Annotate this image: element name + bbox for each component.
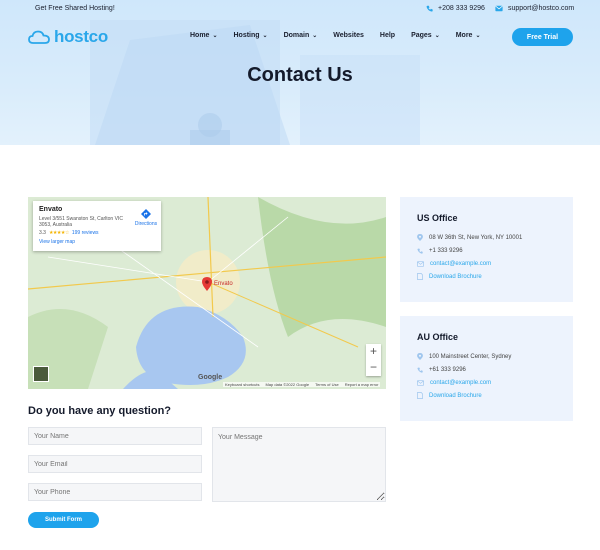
document-icon [417,392,423,399]
zoom-out-button[interactable]: − [366,360,381,376]
phone-input[interactable] [28,483,202,501]
main-nav: Home ⌄ Hosting ⌄ Domain ⌄ Websites Help Pag… [190,32,496,39]
place-address: Level 3/551 Swanston St, Carlton VIC 305… [39,216,123,228]
form-title: Do you have any question? [28,405,172,417]
nav-item-pages[interactable]: Pages ⌄ [411,32,440,39]
location-pin-icon [417,353,423,360]
site-logo[interactable]: hostco [28,27,108,47]
map-embed[interactable]: Envato Envato Level 3/551 Swanston St, C… [28,197,386,389]
office-address-text: 08 W 36th St, New York, NY 10001 [429,234,523,241]
map-marker-icon [202,277,212,291]
cloud-logo-icon [28,30,50,44]
zoom-control: + − [366,344,381,376]
office-phone-text: +61 333 9296 [429,366,466,373]
name-input[interactable] [28,427,202,445]
directions-button[interactable]: Directions [133,209,159,227]
directions-label: Directions [134,221,158,227]
chevron-down-icon: ⌄ [434,33,440,39]
place-rating: 3.3 ★★★★☆ 199 reviews [39,230,155,236]
document-icon [417,273,423,280]
rating-value: 3.3 [39,230,46,236]
nav-item-label: Home [190,32,210,39]
office-card-au: AU Office 100 Mainstreet Center, Sydney … [400,316,573,421]
office-address-text: 100 Mainstreet Center, Sydney [429,353,512,360]
terms-link[interactable]: Terms of Use [315,382,339,387]
nav-item-websites[interactable]: Websites [333,32,364,39]
nav-item-label: Websites [333,32,364,39]
topbar-phone[interactable]: +208 333 9296 [426,5,485,12]
office-brochure[interactable]: Download Brochure [417,270,556,283]
office-brochure[interactable]: Download Brochure [417,389,556,402]
office-card-us: US Office 08 W 36th St, New York, NY 100… [400,197,573,302]
nav-item-label: Hosting [233,32,260,39]
location-pin-icon [417,234,423,241]
place-info-card: Envato Level 3/551 Swanston St, Carlton … [33,201,161,251]
submit-form-button[interactable]: Submit Form [28,512,99,528]
chevron-down-icon: ⌄ [212,33,218,39]
office-address: 08 W 36th St, New York, NY 10001 [417,231,556,244]
nav-item-label: Domain [283,32,310,39]
chevron-down-icon: ⌄ [312,33,318,39]
nav-item-more[interactable]: More ⌄ [456,32,481,39]
phone-icon [426,5,433,12]
chevron-down-icon: ⌄ [262,33,268,39]
top-bar: Get Free Shared Hosting! +208 333 9296 s… [0,0,600,20]
view-larger-map-link[interactable]: View larger map [39,239,155,245]
nav-item-home[interactable]: Home ⌄ [190,32,217,39]
topbar-email-text: support@hostco.com [508,5,575,12]
office-email[interactable]: contact@example.com [417,376,556,389]
nav-item-label: Help [379,32,396,39]
topbar-email[interactable]: support@hostco.com [495,5,574,12]
email-input[interactable] [28,455,202,473]
nav-item-hosting[interactable]: Hosting ⌄ [233,32,267,39]
rating-stars: ★★★★☆ [48,230,69,236]
nav-item-domain[interactable]: Domain ⌄ [284,32,318,39]
download-brochure-link: Download Brochure [429,273,482,280]
free-trial-button[interactable]: Free Trial [512,28,573,46]
office-phone[interactable]: +1 333 9296 [417,244,556,257]
mail-icon [495,5,503,12]
map-attribution: Keyboard shortcuts Map data ©2022 Google… [223,382,381,387]
logo-text: hostco [54,27,108,46]
map-data-text: Map data ©2022 Google [265,382,310,387]
office-title: AU Office [417,332,459,342]
page-title: Contact Us [247,64,353,86]
office-email[interactable]: contact@example.com [417,257,556,270]
office-address: 100 Mainstreet Center, Sydney [417,350,556,363]
reviews-link[interactable]: 199 reviews [72,230,99,236]
phone-icon [417,367,423,373]
office-title: US Office [417,213,458,223]
directions-icon [141,209,151,219]
google-logo: Google [198,374,223,381]
promo-text: Get Free Shared Hosting! [35,5,115,12]
mail-icon [417,260,424,267]
zoom-in-button[interactable]: + [366,344,381,360]
report-error-link[interactable]: Report a map error [345,382,379,387]
office-phone-text: +1 333 9296 [429,247,463,254]
mail-icon [417,379,424,386]
chevron-down-icon: ⌄ [475,33,481,39]
page-header: Get Free Shared Hosting! +208 333 9296 s… [0,0,600,145]
office-email-text: contact@example.com [430,260,492,267]
map-pin[interactable]: Envato [202,277,233,291]
office-phone[interactable]: +61 333 9296 [417,363,556,376]
phone-icon [417,248,423,254]
office-email-text: contact@example.com [430,379,492,386]
map-pin-label: Envato [214,281,233,287]
nav-item-label: Pages [411,32,432,39]
download-brochure-link: Download Brochure [429,392,482,399]
satellite-toggle[interactable] [33,366,49,382]
nav-item-help[interactable]: Help [380,32,395,39]
nav-item-label: More [455,32,473,39]
message-textarea[interactable] [212,427,386,502]
keyboard-shortcuts-link[interactable]: Keyboard shortcuts [225,382,259,387]
topbar-phone-text: +208 333 9296 [438,5,485,12]
